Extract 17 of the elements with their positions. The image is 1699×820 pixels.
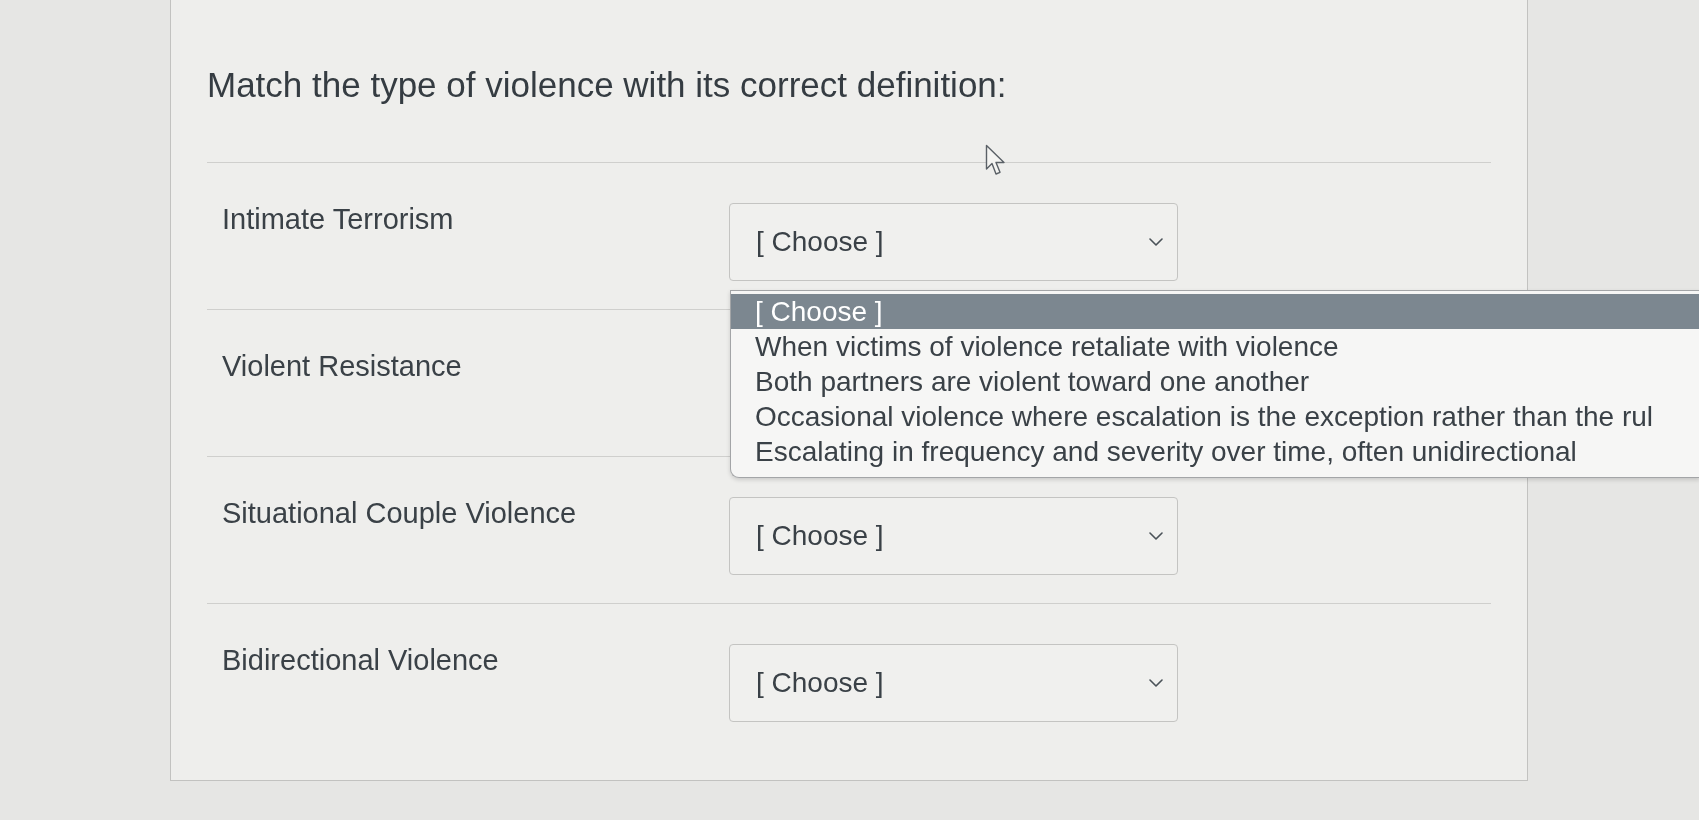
select-dropdown[interactable]: [ Choose ]: [729, 497, 1178, 575]
dropdown-option[interactable]: Occasional violence where escalation is the exception rather than the rul: [731, 399, 1699, 434]
chevron-down-icon: [1149, 238, 1163, 246]
question-title: Match the type of violence with its correct definition:: [207, 64, 1007, 106]
chevron-down-icon: [1149, 532, 1163, 540]
select-dropdown[interactable]: [ Choose ]: [729, 644, 1178, 722]
cursor-icon: [985, 144, 1007, 178]
term-label: Bidirectional Violence: [222, 644, 499, 676]
select-dropdown[interactable]: [ Choose ]: [729, 203, 1178, 281]
dropdown-option[interactable]: Both partners are violent toward one another: [731, 364, 1699, 399]
term-label: Intimate Terrorism: [222, 203, 454, 235]
dropdown-option[interactable]: Escalating in frequency and severity over time, often unidirectional: [731, 434, 1699, 469]
dropdown-option[interactable]: When victims of violence retaliate with violence: [731, 329, 1699, 364]
dropdown-option[interactable]: [ Choose ]: [731, 294, 1699, 329]
chevron-down-icon: [1149, 679, 1163, 687]
term-label: Violent Resistance: [222, 350, 462, 382]
term-label: Situational Couple Violence: [222, 497, 577, 529]
